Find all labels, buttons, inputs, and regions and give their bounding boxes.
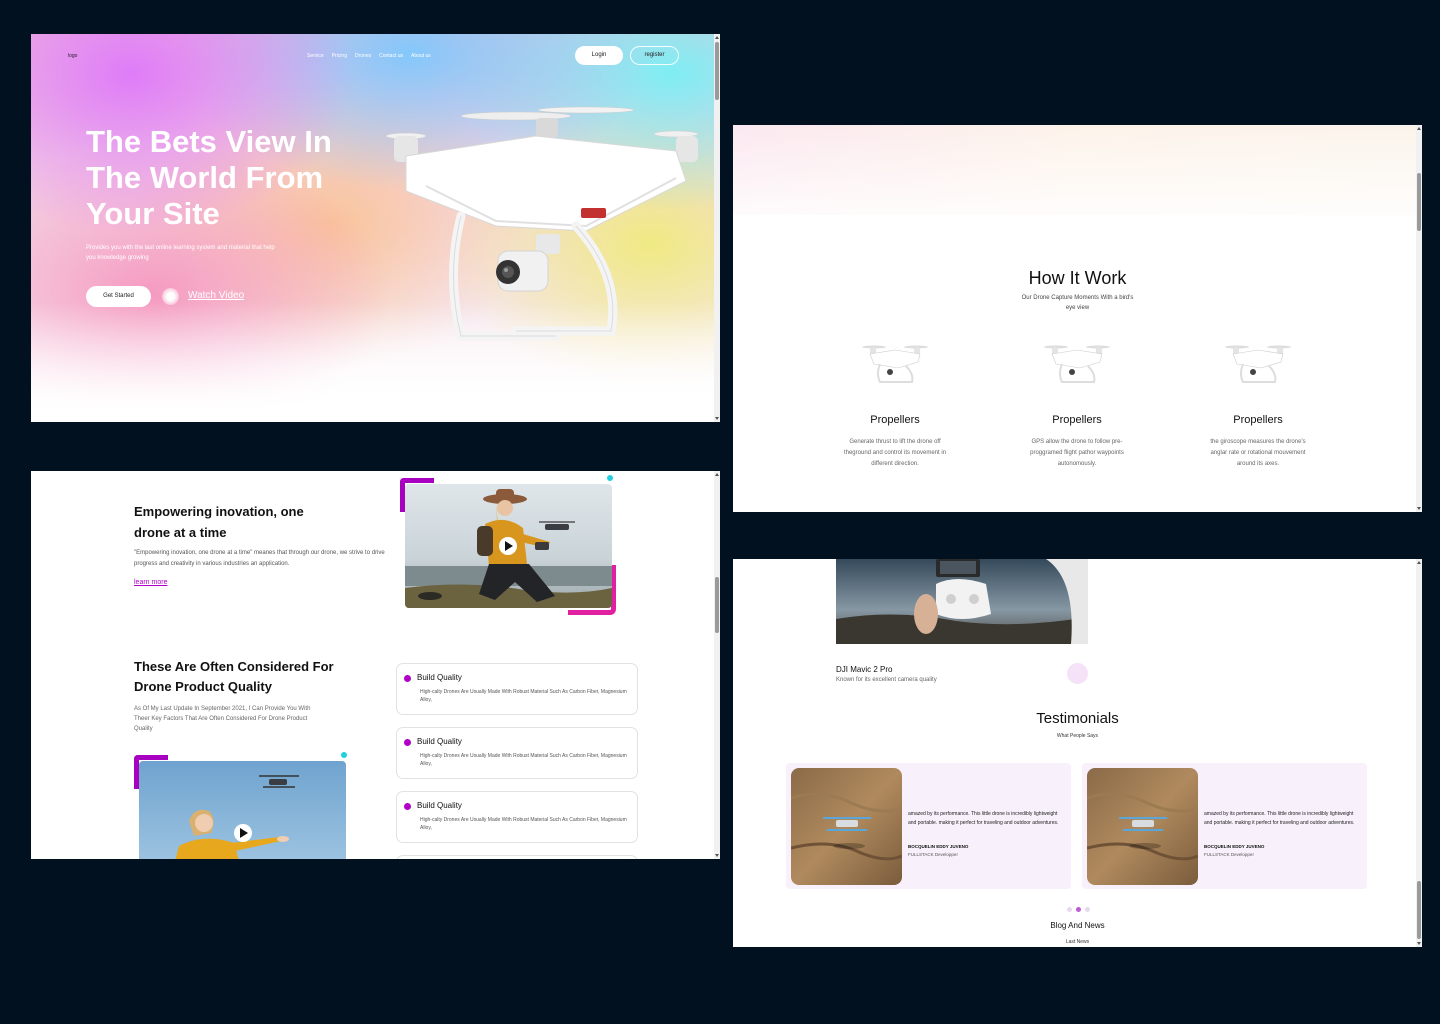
video-thumbnail[interactable] <box>400 478 616 615</box>
drone-icon <box>1044 345 1110 383</box>
testimonials-subtitle: What People Says <box>1056 733 1099 739</box>
how-it-work-panel: How It Work Our Drone Capture Moments Wi… <box>733 125 1422 512</box>
quality-card-title: Build Quality <box>417 801 462 810</box>
woman-with-drone-image <box>405 484 612 608</box>
testimonial-role: FULLSTACK Developper <box>908 852 958 857</box>
about-scrollbar[interactable] <box>714 471 720 859</box>
nav-item-service[interactable]: Service <box>307 53 324 59</box>
feature-card: Propellers the giroscope measures the dr… <box>1203 342 1313 470</box>
testimonial-name: BOCQUELIN EDDY JUVENO <box>908 844 969 849</box>
quality-card-title: Build Quality <box>417 737 462 746</box>
carousel-dot-active[interactable] <box>1076 907 1081 912</box>
quality-card: Build Quality High-calty Drones Are Usua… <box>396 727 638 779</box>
testimonial-quote: amazed by its performance. This little d… <box>908 811 1059 826</box>
testimonials-panel: DJI Mavic 2 Pro Known for its excellent … <box>733 559 1422 947</box>
carousel-dots <box>1067 907 1090 912</box>
testimonial-name: BOCQUELIN EDDY JUVENO <box>1204 844 1265 849</box>
testimonial-role: FULLSTACK Developper <box>1204 852 1254 857</box>
bullet-icon <box>404 675 411 682</box>
product-name: DJI Mavic 2 Pro <box>836 665 893 674</box>
quality-card-desc: High-calty Drones Are Usually Made With … <box>420 817 627 831</box>
feature-desc: GPS allow the drone to follow pre-proggr… <box>1030 439 1124 467</box>
testimonial-quote: amazed by its performance. This little d… <box>1204 811 1355 826</box>
product-desc: Known for its excellent camera quality <box>836 677 937 683</box>
feature-card: Propellers GPS allow the drone to follow… <box>1022 342 1132 470</box>
main-nav: Service Pricing Drones Contact us About … <box>307 53 431 59</box>
feature-card: Propellers Generate thrust to lift the d… <box>840 342 950 470</box>
about-text: "Empowering inovation, one drone at a ti… <box>134 550 385 567</box>
bullet-icon <box>404 739 411 746</box>
drone-icon <box>1225 345 1291 383</box>
woman-flying-drone-image[interactable] <box>139 761 346 859</box>
blog-title: Blog And News <box>1050 921 1105 930</box>
feature-desc: the giroscope measures the drone's angla… <box>1210 439 1306 467</box>
nav-item-pricing[interactable]: Pricing <box>332 53 347 59</box>
register-button[interactable]: register <box>630 46 679 65</box>
hero-subtitle: Provides you with the last online learni… <box>86 245 275 261</box>
logo[interactable]: logo <box>68 53 77 59</box>
about-heading: Empowering inovation, one drone at a tim… <box>134 504 304 540</box>
quality-card-desc: High-calty Drones Are Usually Made With … <box>420 689 627 703</box>
drone-image <box>386 106 699 341</box>
testimonial-card: amazed by its performance. This little d… <box>786 763 1071 889</box>
carousel-dot[interactable] <box>1085 907 1090 912</box>
hero-title: The Bets View In The World From Your Sit… <box>86 124 332 231</box>
testimonials-title: Testimonials <box>1036 710 1119 727</box>
quality-card: Build Quality High-calty Drones Are Usua… <box>396 791 638 843</box>
how-it-work-title: How It Work <box>1028 268 1127 288</box>
drone-desert-image <box>1087 768 1198 885</box>
hero-scrollbar[interactable] <box>714 34 720 422</box>
testimonials-scrollbar[interactable] <box>1416 559 1422 947</box>
play-icon[interactable] <box>162 288 179 305</box>
feature-title: Propellers <box>1052 414 1102 426</box>
how-it-work-subtitle: Our Drone Capture Moments With a bird's … <box>1021 295 1134 311</box>
how-scrollbar[interactable] <box>1416 125 1422 512</box>
decor-circle <box>1067 663 1088 684</box>
quality-heading: These Are Often Considered For Drone Pro… <box>134 659 334 694</box>
learn-more-link[interactable]: learn more <box>134 579 167 586</box>
quality-card-title: Build Quality <box>417 673 462 682</box>
blog-subtitle: Last News <box>1065 939 1090 945</box>
top-gradient-fade <box>733 125 1422 235</box>
quality-card <box>396 855 638 859</box>
nav-item-drones[interactable]: Drones <box>355 53 371 59</box>
get-started-button[interactable]: Get Started <box>86 286 151 307</box>
carousel-dot[interactable] <box>1067 907 1072 912</box>
watch-video-link[interactable]: Watch Video <box>188 290 244 301</box>
about-panel: Empowering inovation, one drone at a tim… <box>31 471 720 859</box>
quality-text: As Of My Last Update In September 2021, … <box>134 706 311 732</box>
testimonial-card: amazed by its performance. This little d… <box>1082 763 1367 889</box>
nav-item-about[interactable]: About us <box>411 53 431 59</box>
quality-card-desc: High-calty Drones Are Usually Made With … <box>420 753 627 767</box>
bullet-icon <box>404 803 411 810</box>
quality-card: Build Quality High-calty Drones Are Usua… <box>396 663 638 715</box>
hero-panel: logo Service Pricing Drones Contact us A… <box>31 34 720 422</box>
drone-controller-image <box>836 559 1088 644</box>
feature-title: Propellers <box>870 414 920 426</box>
decor-dot <box>341 752 347 758</box>
drone-icon <box>862 345 928 383</box>
drone-desert-image <box>791 768 902 885</box>
feature-title: Propellers <box>1233 414 1283 426</box>
nav-item-contact[interactable]: Contact us <box>379 53 403 59</box>
feature-desc: Generate thrust to lift the drone off th… <box>843 439 947 467</box>
login-button[interactable]: Login <box>575 46 623 65</box>
